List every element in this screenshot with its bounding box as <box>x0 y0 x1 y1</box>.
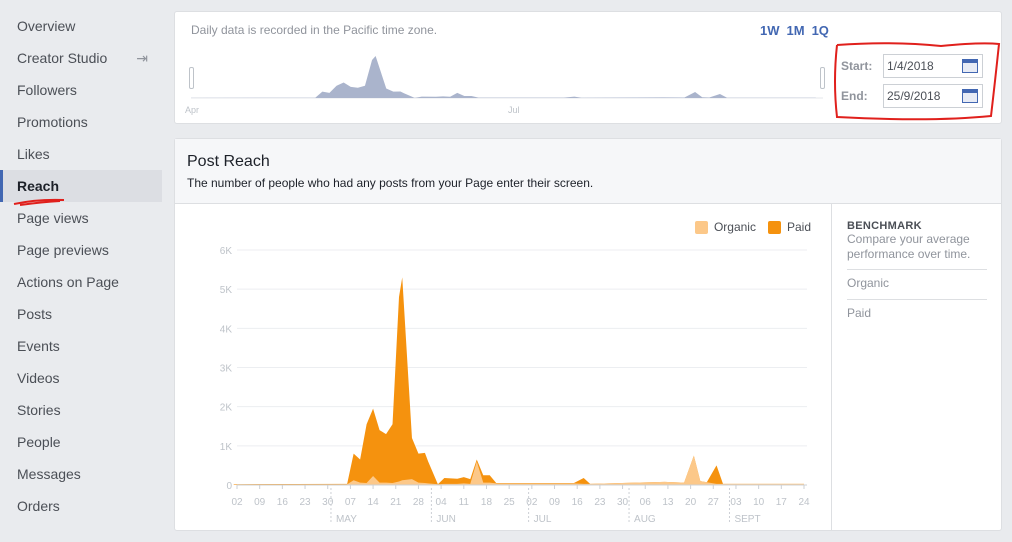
post-reach-chart: 0 1K 2K 3K 4K 5K 6K 02 09 16 23 30 07 14 21 28 04 11 18 25 0… <box>220 246 810 525</box>
sidebar-item-label: Followers <box>17 82 77 98</box>
x-tick-label: 30 <box>617 497 629 508</box>
x-tick-label: 11 <box>459 497 470 508</box>
sidebar-item-orders[interactable]: Orders <box>0 490 162 522</box>
sidebar-item-videos[interactable]: Videos <box>0 362 162 394</box>
sidebar-item-page-previews[interactable]: Page previews <box>0 234 162 266</box>
benchmark-panel: BENCHMARK Compare your average performan… <box>831 204 1002 530</box>
sidebar-item-label: People <box>17 434 61 450</box>
sidebar-item-creator-studio[interactable]: Creator Studio ⇥ <box>0 42 162 74</box>
x-tick-label: 30 <box>322 497 334 508</box>
y-tick-label: 0 <box>226 481 232 492</box>
y-tick-label: 2K <box>220 403 233 414</box>
sidebar-item-stories[interactable]: Stories <box>0 394 162 426</box>
sidebar-item-actions-on-page[interactable]: Actions on Page <box>0 266 162 298</box>
x-tick-label: 02 <box>231 497 243 508</box>
x-tick-label: 06 <box>640 497 652 508</box>
range-handle-left[interactable] <box>189 67 194 89</box>
chart-legend: Organic Paid <box>694 220 811 234</box>
sidebar-item-label: Stories <box>17 402 61 418</box>
x-tick-label: 27 <box>708 497 720 508</box>
sidebar-item-label: Events <box>17 338 60 354</box>
x-tick-label: 16 <box>277 497 289 508</box>
external-enter-icon: ⇥ <box>136 50 148 66</box>
sidebar-item-likes[interactable]: Likes <box>0 138 162 170</box>
month-label: JUL <box>534 514 552 525</box>
x-tick-label: 20 <box>685 497 697 508</box>
x-tick-label: 09 <box>549 497 561 508</box>
benchmark-organic[interactable]: Organic <box>847 269 987 299</box>
red-annotation-box <box>834 42 1001 121</box>
x-tick-label: 13 <box>662 497 674 508</box>
sidebar-item-label: Page previews <box>17 242 109 258</box>
x-tick-label: 07 <box>345 497 357 508</box>
overview-month-label: Apr <box>185 105 199 115</box>
sidebar-item-label: Messages <box>17 466 81 482</box>
legend-swatch-organic <box>694 220 708 234</box>
x-tick-label: 02 <box>526 497 538 508</box>
benchmark-paid[interactable]: Paid <box>847 299 987 329</box>
post-reach-card: Post Reach The number of people who had … <box>174 138 1002 531</box>
x-tick-label: 24 <box>798 497 810 508</box>
x-tick-label: 10 <box>753 497 765 508</box>
sidebar-item-label: Page views <box>17 210 89 226</box>
sidebar-item-label: Likes <box>17 146 50 162</box>
sidebar-item-label: Posts <box>17 306 53 322</box>
sidebar-item-events[interactable]: Events <box>0 330 162 362</box>
range-handle-right[interactable] <box>820 67 825 89</box>
month-label: SEPT <box>734 514 760 525</box>
x-tick-label: 28 <box>413 497 425 508</box>
x-tick-label: 03 <box>730 497 742 508</box>
y-tick-label: 4K <box>220 324 233 335</box>
x-tick-label: 16 <box>572 497 584 508</box>
date-range-panel: Daily data is recorded in the Pacific ti… <box>174 11 1002 124</box>
month-label: JUN <box>436 514 455 525</box>
sidebar-item-label: Reach <box>17 178 60 194</box>
x-tick-label: 04 <box>436 497 448 508</box>
sidebar-item-label: Promotions <box>17 114 88 130</box>
post-reach-subtitle: The number of people who had any posts f… <box>187 176 594 190</box>
legend-paid[interactable]: Paid <box>787 220 811 234</box>
overview-chart[interactable]: Apr Jul <box>175 12 835 124</box>
x-tick-label: 14 <box>368 497 380 508</box>
sidebar-item-overview[interactable]: Overview <box>0 10 162 42</box>
x-tick-label: 21 <box>390 497 402 508</box>
y-tick-label: 5K <box>220 285 233 296</box>
overview-month-label: Jul <box>508 105 520 115</box>
x-tick-label: 23 <box>594 497 606 508</box>
paid-area[interactable] <box>233 277 804 485</box>
sidebar-item-label: Orders <box>17 498 60 514</box>
overview-area <box>191 56 816 98</box>
sidebar-item-messages[interactable]: Messages <box>0 458 162 490</box>
month-label: AUG <box>634 514 656 525</box>
post-reach-header: Post Reach The number of people who had … <box>175 139 1001 204</box>
sidebar-item-label: Overview <box>17 18 76 34</box>
benchmark-subtitle: Compare your average performance over ti… <box>847 232 971 261</box>
month-label: MAY <box>336 514 357 525</box>
x-tick-label: 09 <box>254 497 266 508</box>
sidebar-item-label: Creator Studio <box>17 50 108 66</box>
y-tick-label: 6K <box>220 246 233 257</box>
sidebar-item-people[interactable]: People <box>0 426 162 458</box>
red-annotation-underline <box>13 198 65 206</box>
x-tick-label: 25 <box>504 497 516 508</box>
y-tick-label: 3K <box>220 364 233 375</box>
sidebar-item-promotions[interactable]: Promotions <box>0 106 162 138</box>
post-reach-title: Post Reach <box>187 153 270 170</box>
x-tick-label: 18 <box>481 497 493 508</box>
sidebar-item-posts[interactable]: Posts <box>0 298 162 330</box>
y-tick-label: 1K <box>220 442 233 453</box>
x-tick-label: 23 <box>299 497 311 508</box>
sidebar-item-label: Actions on Page <box>17 274 119 290</box>
legend-organic[interactable]: Organic <box>714 220 756 234</box>
sidebar-item-followers[interactable]: Followers <box>0 74 162 106</box>
legend-swatch-paid <box>767 220 781 234</box>
x-tick-label: 17 <box>776 497 788 508</box>
benchmark-title: BENCHMARK <box>847 220 922 232</box>
sidebar: Overview Creator Studio ⇥ Followers Promotio… <box>0 10 162 522</box>
sidebar-item-label: Videos <box>17 370 60 386</box>
